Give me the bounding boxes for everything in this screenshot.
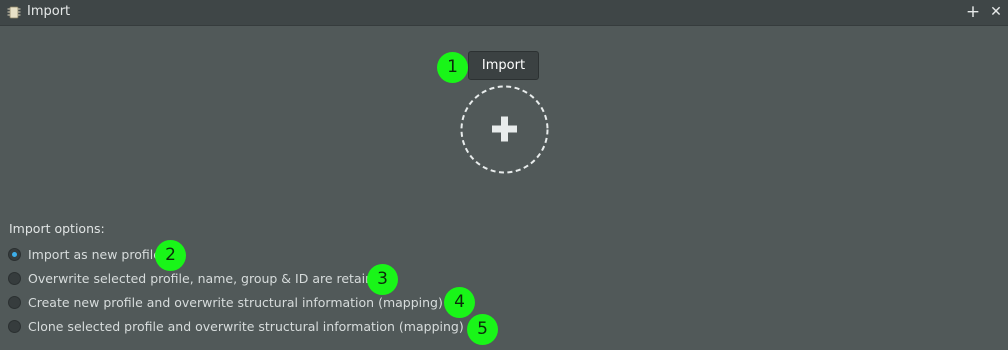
callout-1: 1 xyxy=(437,52,468,83)
callout-4: 4 xyxy=(444,287,475,318)
window-title: Import xyxy=(27,4,71,19)
import-options-heading: Import options: xyxy=(9,221,105,236)
option-label: Overwrite selected profile, name, group … xyxy=(28,271,389,286)
close-icon[interactable]: ✕ xyxy=(987,3,1005,21)
radio-button[interactable] xyxy=(8,248,21,261)
callout-2: 2 xyxy=(155,240,186,271)
add-icon[interactable]: + xyxy=(964,3,982,21)
import-window: Import + ✕ 1 Import Import options: Impo… xyxy=(0,0,1008,350)
option-label: Clone selected profile and overwrite str… xyxy=(28,319,495,334)
callout-3: 3 xyxy=(367,264,398,295)
import-button[interactable]: Import xyxy=(468,51,539,80)
option-label: Import as new profile xyxy=(28,247,161,262)
radio-button[interactable] xyxy=(8,320,21,333)
chip-icon xyxy=(7,6,21,19)
callout-5: 5 xyxy=(467,314,498,345)
plus-icon xyxy=(460,85,549,174)
title-bar: Import + ✕ xyxy=(0,0,1008,26)
option-label: Create new profile and overwrite structu… xyxy=(28,295,474,310)
drop-zone[interactable] xyxy=(460,85,549,174)
radio-button[interactable] xyxy=(8,296,21,309)
radio-button[interactable] xyxy=(8,272,21,285)
